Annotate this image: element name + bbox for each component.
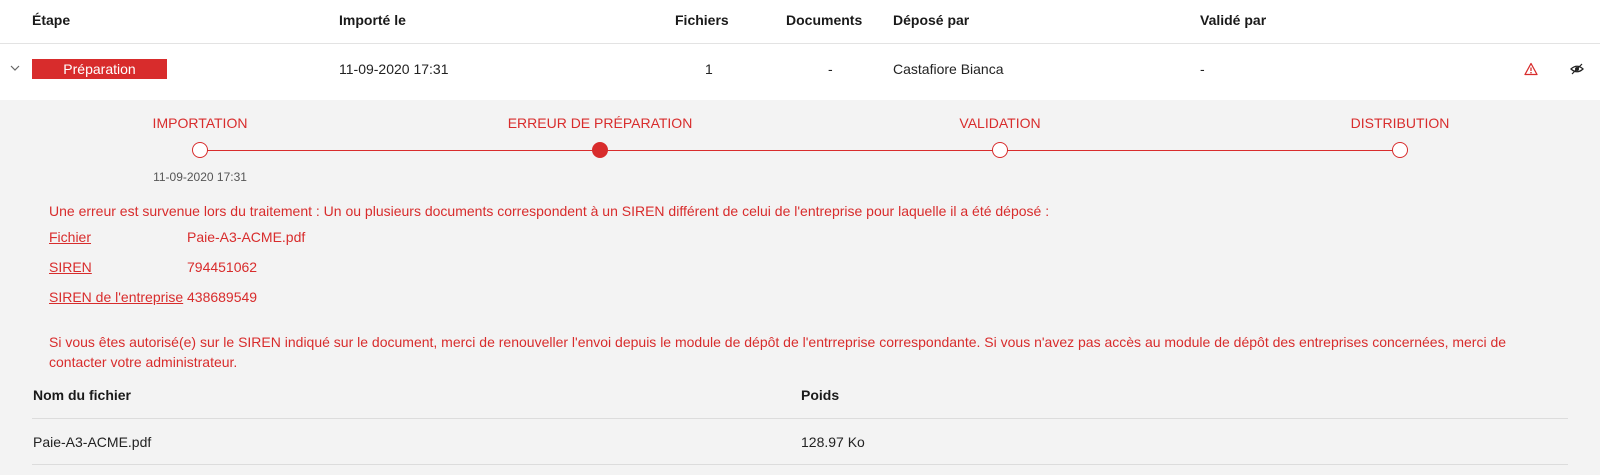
eye-icon[interactable] — [1570, 62, 1584, 76]
step-label-erreur-preparation: ERREUR DE PRÉPARATION — [507, 115, 693, 131]
step-dot-validation — [992, 142, 1008, 158]
files-header-name: Nom du fichier — [33, 387, 132, 403]
warning-icon[interactable] — [1524, 62, 1538, 76]
step-date-importation: 11-09-2020 17:31 — [153, 170, 247, 184]
files-header-size: Poids — [801, 387, 840, 403]
step-label-importation: IMPORTATION — [152, 115, 248, 131]
status-badge: Préparation — [32, 59, 167, 79]
timeline-line — [200, 150, 1400, 151]
cell-deposited-by: Castafiore Bianca — [893, 61, 1004, 77]
cell-files: 1 — [705, 61, 713, 77]
cell-imported-at: 11-09-2020 17:31 — [339, 61, 449, 77]
header-fichiers: Fichiers — [675, 12, 729, 28]
detail-key-siren-entreprise[interactable]: SIREN de l'entreprise — [49, 289, 183, 305]
step-dot-importation — [192, 142, 208, 158]
cell-validated-by: - — [1200, 61, 1205, 77]
detail-key-fichier[interactable]: Fichier — [49, 229, 91, 245]
step-dot-distribution — [1392, 142, 1408, 158]
detail-value-siren: 794451062 — [187, 259, 258, 275]
error-title: Une erreur est survenue lors du traiteme… — [49, 203, 1050, 219]
header-documents: Documents — [786, 12, 863, 28]
header-etape: Étape — [32, 12, 71, 28]
detail-value-siren-entreprise: 438689549 — [187, 289, 258, 305]
step-dot-erreur-preparation — [592, 142, 608, 158]
header-valide-par: Validé par — [1200, 12, 1267, 28]
file-name[interactable]: Paie-A3-ACME.pdf — [33, 434, 151, 450]
table-row[interactable]: Préparation 11-09-2020 17:31 1 - Castafi… — [0, 44, 1600, 100]
step-label-distribution: DISTRIBUTION — [1350, 115, 1450, 131]
detail-value-fichier: Paie-A3-ACME.pdf — [187, 229, 306, 245]
files-header-divider — [32, 418, 1568, 419]
header-importe-le: Importé le — [339, 12, 406, 28]
header-depose-par: Déposé par — [893, 12, 970, 28]
table-header: Étape Importé le Fichiers Documents Dépo… — [0, 0, 1600, 44]
file-size: 128.97 Ko — [801, 434, 865, 450]
cell-documents: - — [828, 61, 833, 77]
error-note: Si vous êtes autorisé(e) sur le SIREN in… — [49, 334, 1507, 370]
detail-key-siren[interactable]: SIREN — [49, 259, 92, 275]
step-label-validation: VALIDATION — [959, 115, 1041, 131]
row-details-panel: IMPORTATION ERREUR DE PRÉPARATION VALIDA… — [0, 100, 1600, 475]
files-row-divider — [32, 464, 1568, 465]
chevron-down-icon[interactable] — [10, 64, 20, 72]
